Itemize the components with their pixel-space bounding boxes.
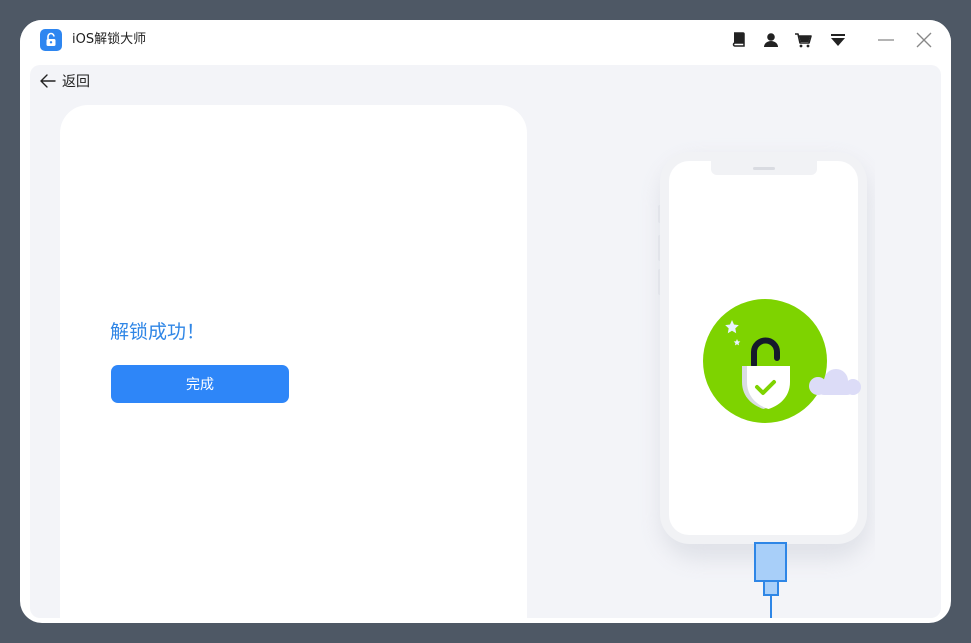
back-label: 返回: [62, 74, 90, 90]
cart-icon[interactable]: [793, 30, 813, 50]
done-button[interactable]: 完成: [111, 365, 289, 403]
menu-dropdown-icon[interactable]: [828, 30, 848, 50]
title-bar: iOS解锁大师: [20, 20, 951, 65]
app-logo-icon: [40, 29, 62, 51]
cable-connector: [754, 542, 787, 582]
app-window: iOS解锁大师 返回 解锁成功！ 完成: [20, 20, 951, 623]
unlock-success-message: 解锁成功！: [110, 321, 206, 343]
close-icon[interactable]: [914, 30, 934, 50]
phone-unlock-illustration: [615, 125, 875, 618]
result-panel: 解锁成功！ 完成: [60, 105, 527, 618]
book-icon[interactable]: [729, 30, 749, 50]
minimize-icon[interactable]: [876, 30, 896, 50]
back-button[interactable]: 返回: [40, 71, 90, 91]
main-content: 返回 解锁成功！ 完成: [30, 65, 941, 618]
app-title: iOS解锁大师: [72, 32, 147, 47]
user-icon[interactable]: [761, 30, 781, 50]
arrow-left-icon: [40, 74, 56, 88]
